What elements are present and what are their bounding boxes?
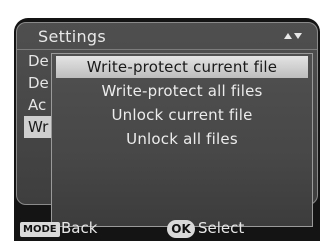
camera-screen: Settings De De Ac Wr Write-protect curre…	[14, 18, 320, 241]
settings-item-label: De	[28, 74, 49, 92]
option-label: Unlock all files	[126, 130, 238, 148]
back-hint[interactable]: Back	[61, 219, 97, 237]
up-down-arrows-icon	[284, 33, 302, 39]
option-label: Write-protect all files	[101, 82, 263, 100]
settings-item-label: Ac	[28, 96, 47, 114]
option-write-protect-current[interactable]: Write-protect current file	[56, 56, 308, 78]
option-unlock-current[interactable]: Unlock current file	[56, 104, 308, 126]
option-unlock-all[interactable]: Unlock all files	[56, 128, 308, 150]
select-hint[interactable]: Select	[198, 219, 244, 237]
settings-item-label: De	[28, 52, 49, 70]
ok-button-icon: OK	[167, 220, 195, 238]
menu-header: Settings	[17, 23, 317, 50]
option-label: Unlock current file	[111, 106, 253, 124]
mode-button-icon: MODE	[20, 222, 60, 237]
settings-item-label: Wr	[28, 118, 49, 136]
option-write-protect-all[interactable]: Write-protect all files	[56, 80, 308, 102]
protect-options-popup: Write-protect current file Write-protect…	[51, 53, 313, 227]
option-label: Write-protect current file	[86, 58, 278, 76]
button-guide-bar: MODE Back OK Select	[14, 218, 320, 241]
menu-title: Settings	[38, 27, 107, 46]
